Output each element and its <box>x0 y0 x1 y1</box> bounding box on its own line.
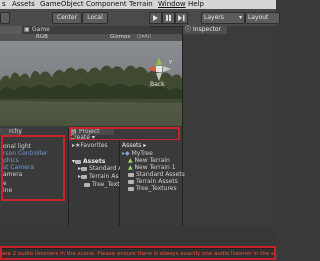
folder-icon <box>128 186 134 191</box>
play-button[interactable] <box>149 12 162 24</box>
terrain-icon: ▲ <box>128 164 133 171</box>
menu-item-assets[interactable]: Assets <box>12 0 35 9</box>
folder-icon <box>75 159 82 164</box>
inspector-tab-label: Inspector <box>193 26 221 33</box>
project-breadcrumb[interactable]: Assets ▸ <box>122 142 146 149</box>
list-item-label: New Terrain 1 <box>134 164 176 171</box>
gizmo-axis-y-label: y <box>169 59 172 65</box>
list-item[interactable]: ▸◆ MyTree <box>122 150 153 157</box>
hierarchy-item[interactable]: rson Controller <box>3 150 48 157</box>
project-highlight-box <box>69 127 180 141</box>
layers-dropdown[interactable]: Layers ▾ <box>201 12 245 24</box>
menu-item-gameobject[interactable]: GameObject <box>40 0 84 9</box>
step-button[interactable] <box>175 12 188 24</box>
step-icon <box>178 15 185 21</box>
favorites-label: Favorites <box>80 142 108 149</box>
scene-tab-strip: ▣ Game <box>0 26 150 34</box>
toolbar: Center Local Layers ▾ Layout <box>0 9 280 27</box>
scene-control-bar: RGB Gizmos Q▾All <box>0 34 182 41</box>
shading-mode-dropdown[interactable]: RGB <box>36 34 48 41</box>
scene-viewport[interactable]: y Back <box>0 41 182 126</box>
tree-item[interactable]: ▸ Standard A <box>78 165 122 172</box>
info-icon: ⓘ <box>185 26 192 33</box>
list-item[interactable]: Tree_Textures <box>128 185 177 192</box>
hierarchy-item-label: st Camera <box>3 164 34 171</box>
folder-icon <box>81 166 88 171</box>
scale-tool-button[interactable] <box>0 12 10 24</box>
hierarchy-item-label: onal light <box>3 143 32 150</box>
gizmos-dropdown[interactable]: Gizmos <box>110 34 130 41</box>
scene-search-input[interactable]: Q▾All <box>137 34 151 41</box>
hierarchy-item-label: amera <box>3 171 23 178</box>
play-icon <box>153 15 158 21</box>
pause-icon <box>166 15 171 21</box>
tab-game[interactable]: Game <box>32 26 50 34</box>
tree-item[interactable]: ▸ Terrain As <box>78 173 118 180</box>
pivot-center-label: Center <box>56 14 78 21</box>
list-item-label: Standard Assets <box>136 171 185 178</box>
hierarchy-item[interactable]: onal light <box>3 143 31 150</box>
game-view-icon: ▣ <box>24 26 30 33</box>
hierarchy-item-label: rson Controller <box>3 150 48 157</box>
hierarchy-item[interactable]: st Camera <box>3 164 34 171</box>
hierarchy-item[interactable]: amera <box>3 171 22 178</box>
hierarchy-item-label: ine <box>3 187 13 194</box>
tree-item-label: Terrain As <box>89 173 119 180</box>
menu-item-terrain[interactable]: Terrain <box>129 0 153 9</box>
folder-icon <box>81 174 88 179</box>
list-item[interactable]: ▲ New Terrain <box>128 157 170 164</box>
status-highlight-box <box>0 246 276 260</box>
scene-orientation-gizmo[interactable] <box>147 57 171 81</box>
tab-hierarchy[interactable]: rchy <box>0 128 22 135</box>
prefab-icon: ▸◆ <box>122 150 130 157</box>
inspector-panel <box>182 26 277 226</box>
tree-item-label: Standard A <box>89 165 123 172</box>
hierarchy-highlight-box: onal light rson Controller phics st Came… <box>1 135 65 201</box>
list-item-label: MyTree <box>131 150 153 157</box>
pivot-local-label: Local <box>87 14 103 21</box>
project-tree: ▸★Favorites ▾ Assets ▸ Standard A ▸ Terrain… <box>70 140 123 226</box>
tab-inspector[interactable]: ⓘ Inspector <box>183 26 227 34</box>
chevron-down-icon: ▾ <box>238 14 242 21</box>
hierarchy-item-label: phics <box>3 157 19 164</box>
assets-tree-item[interactable]: ▾ Assets <box>72 158 105 165</box>
list-item[interactable]: Standard Assets <box>128 171 185 178</box>
folder-icon <box>128 172 134 177</box>
layout-dropdown[interactable]: Layout <box>245 12 280 24</box>
menu-item-component[interactable]: Component <box>86 0 127 9</box>
menu-item-file[interactable]: s <box>2 0 6 9</box>
menu-item-help[interactable]: Help <box>188 0 204 9</box>
tree-item-label: Tree_Textu <box>92 181 124 188</box>
hierarchy-item[interactable]: ine <box>3 187 12 194</box>
project-file-list: Assets ▸ ▸◆ MyTree ▲ New Terrain ▲ New T… <box>120 140 185 226</box>
assets-tree-label: Assets <box>83 158 106 165</box>
list-item-label: Tree_Textures <box>136 185 177 192</box>
hierarchy-item-label: e <box>3 180 7 187</box>
list-item[interactable]: ▲ New Terrain 1 <box>128 164 176 171</box>
pivot-center-toggle[interactable]: Center <box>52 12 82 24</box>
folder-icon <box>84 182 90 187</box>
hierarchy-item[interactable]: e <box>3 180 7 187</box>
favorites-item[interactable]: ▸★Favorites <box>72 142 108 149</box>
pivot-local-toggle[interactable]: Local <box>82 12 108 24</box>
list-item-label: Terrain Assets <box>136 178 178 185</box>
terrain-icon: ▲ <box>128 157 133 164</box>
pause-button[interactable] <box>162 12 175 24</box>
menu-bar: s Assets GameObject Component Terrain Wi… <box>0 0 276 9</box>
hierarchy-item[interactable]: phics <box>3 157 19 164</box>
list-item[interactable]: Terrain Assets <box>128 178 178 185</box>
list-item-label: New Terrain <box>134 157 170 164</box>
bottom-panel-area <box>0 226 276 248</box>
layout-label: Layout <box>248 14 269 21</box>
tree-item[interactable]: Tree_Textu <box>84 181 123 188</box>
layers-label: Layers <box>204 14 224 21</box>
folder-icon <box>128 179 134 184</box>
tab-scene[interactable] <box>0 26 22 34</box>
view-orientation-label: Back <box>150 81 165 88</box>
menu-item-window[interactable]: Window <box>158 0 186 9</box>
